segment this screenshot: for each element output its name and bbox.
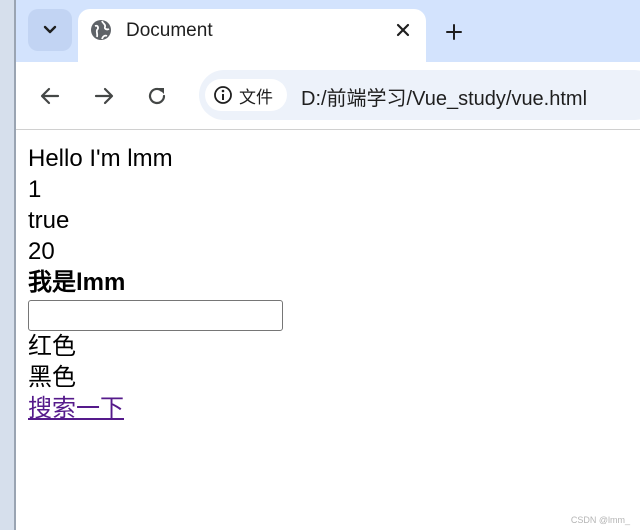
site-info-chip[interactable]: 文件 — [205, 79, 287, 111]
address-bar[interactable]: 文件 D:/前端学习/Vue_study/vue.html — [199, 70, 640, 120]
url-text[interactable]: D:/前端学习/Vue_study/vue.html — [301, 82, 587, 111]
browser-toolbar: 文件 D:/前端学习/Vue_study/vue.html — [16, 62, 640, 130]
arrow-left-icon — [40, 87, 60, 105]
tab-strip: Document — [16, 0, 640, 62]
search-link[interactable]: 搜索一下 — [28, 395, 124, 422]
info-icon — [214, 86, 232, 104]
watermark: CSDN @lmm_ — [570, 515, 630, 525]
bold-name-text: 我是lmm — [28, 269, 126, 296]
reload-button[interactable] — [141, 80, 173, 112]
boolean-value-text: true — [28, 207, 70, 234]
age-value-text: 20 — [28, 238, 55, 265]
browser-window: Document 文件 D:/前端学习/Vue_study/vue.html H… — [14, 0, 640, 530]
reload-icon — [148, 87, 166, 105]
tab-document[interactable]: Document — [78, 9, 426, 62]
tab-title: Document — [126, 20, 213, 41]
plus-icon — [446, 24, 462, 40]
new-tab-button[interactable] — [440, 18, 468, 46]
forward-button[interactable] — [88, 80, 120, 112]
close-icon — [396, 23, 410, 37]
color-item-red: 红色 — [28, 333, 76, 360]
number-value-text: 1 — [28, 176, 42, 203]
chevron-down-icon — [43, 25, 57, 34]
site-info-label: 文件 — [239, 87, 273, 108]
back-button[interactable] — [34, 80, 66, 112]
globe-icon — [91, 20, 111, 40]
tab-close-button[interactable] — [392, 19, 414, 41]
tab-search-button[interactable] — [28, 9, 72, 51]
color-item-black: 黑色 — [28, 364, 76, 391]
greeting-text: Hello I'm lmm — [28, 145, 173, 172]
page-content: Hello I'm lmm 1 true 20 我是lmm 红色 黑色 搜索一下… — [16, 130, 640, 530]
content-body: Hello I'm lmm 1 true 20 我是lmm 红色 黑色 搜索一下 — [28, 143, 283, 424]
arrow-right-icon — [94, 87, 114, 105]
text-input[interactable] — [28, 300, 283, 331]
